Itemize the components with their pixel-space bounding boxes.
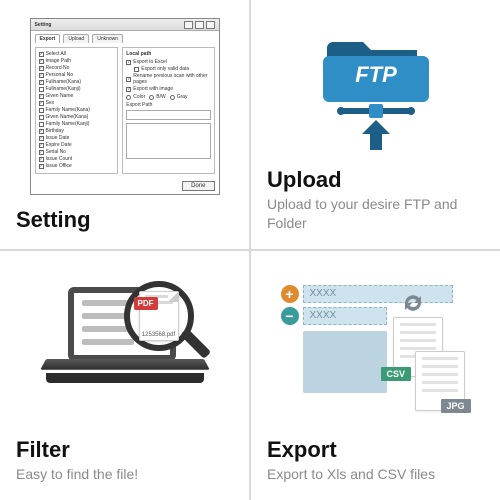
right-header: Local path xyxy=(126,51,210,57)
settings-dialog: Setting Export Upload Unknown Select All… xyxy=(30,18,220,195)
tab-export: Export xyxy=(35,34,61,43)
tab-unknown: Unknown xyxy=(92,34,123,43)
ftp-upload-icon: FTP xyxy=(311,22,441,152)
card-sub-upload: Upload to your desire FTP and Folder xyxy=(267,195,484,233)
magnifier-icon: PDF 1253568.pdf xyxy=(118,275,208,385)
done-button: Done xyxy=(182,181,214,191)
laptop-icon: PDF 1253568.pdf xyxy=(40,287,210,407)
export-path-label: Export Path xyxy=(126,102,210,108)
upload-illustration: FTP xyxy=(267,14,484,166)
window-max-icon xyxy=(195,21,204,29)
card-title-upload: Upload xyxy=(267,166,484,194)
export-path-field xyxy=(126,110,210,120)
preview-box xyxy=(126,123,210,159)
pdf-badge: PDF xyxy=(134,297,158,310)
cycle-arrows-icon xyxy=(399,289,427,317)
card-title-setting: Setting xyxy=(16,206,233,234)
dialog-left-column: Select All Image Path Record No Personal… xyxy=(35,47,119,174)
export-strip-1: XXXX xyxy=(303,285,453,303)
card-filter: PDF 1253568.pdf Filter Easy to find the … xyxy=(0,250,250,500)
setting-illustration: Setting Export Upload Unknown Select All… xyxy=(16,14,233,206)
ftp-label-text: FTP xyxy=(355,62,397,87)
plus-icon: + xyxy=(281,285,299,303)
pdf-filename: 1253568.pdf xyxy=(140,332,178,338)
export-illustration: + − XXXX XXXX CSV JPG xyxy=(267,265,484,436)
window-min-icon xyxy=(184,21,193,29)
jpg-tag: JPG xyxy=(441,399,471,413)
tab-upload: Upload xyxy=(63,34,89,43)
filter-illustration: PDF 1253568.pdf xyxy=(16,265,233,436)
csv-tag: CSV xyxy=(381,367,412,381)
dialog-body: Select All Image Path Record No Personal… xyxy=(31,43,219,178)
card-sub-export: Export to Xls and CSV files xyxy=(267,465,484,484)
card-export: + − XXXX XXXX CSV JPG Export Expo xyxy=(250,250,500,500)
export-box xyxy=(303,331,387,393)
minus-icon: − xyxy=(281,307,299,325)
dialog-tabs: Export Upload Unknown xyxy=(31,31,219,43)
dialog-titlebar: Setting xyxy=(31,19,219,31)
export-strip-2: XXXX xyxy=(303,307,387,325)
dialog-right-column: Local path Export to Excel Export only v… xyxy=(122,47,214,174)
pdf-document-icon: PDF 1253568.pdf xyxy=(139,291,179,341)
card-title-export: Export xyxy=(267,436,484,464)
card-sub-filter: Easy to find the file! xyxy=(16,465,233,484)
dialog-footer: Done xyxy=(31,178,219,194)
card-title-filter: Filter xyxy=(16,436,233,464)
dialog-title: Setting xyxy=(35,22,182,28)
feature-grid: Setting Export Upload Unknown Select All… xyxy=(0,0,500,500)
window-close-icon xyxy=(206,21,215,29)
card-setting: Setting Export Upload Unknown Select All… xyxy=(0,0,250,250)
card-upload: FTP Upload Upload to your desire FTP and… xyxy=(250,0,500,250)
check-select-all: Select All xyxy=(39,51,115,57)
